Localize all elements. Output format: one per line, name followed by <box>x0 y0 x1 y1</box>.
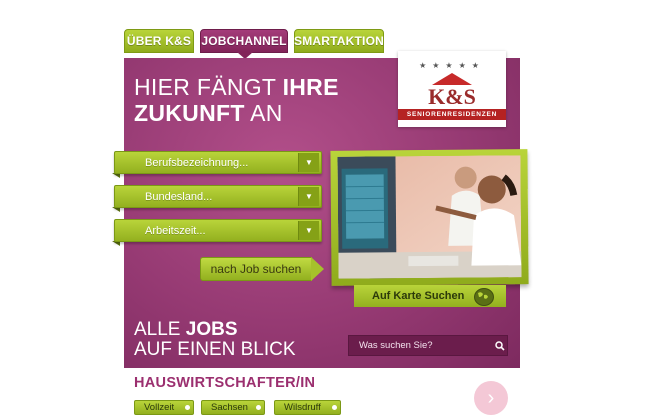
ks-logo: ★★★★★ K&S SENIORENRESIDENZEN <box>398 51 506 127</box>
promo-text: ALLE JOBS AUF EINEN BLICK <box>134 319 296 360</box>
logo-stars: ★★★★★ <box>419 61 485 70</box>
job-search-button[interactable]: nach Job suchen <box>200 257 312 281</box>
tab-ueber-ks[interactable]: ÜBER K&S <box>124 29 194 53</box>
photo-frame <box>330 149 529 286</box>
dropdown-berufsbezeichnung[interactable]: Berufsbezeichnung... ▼ <box>114 151 322 174</box>
tag-label: Vollzeit <box>144 402 175 413</box>
tag-dot-icon <box>185 405 190 410</box>
job-title[interactable]: HAUSWIRTSCHAFTER/IN <box>134 375 315 391</box>
hero-headline: HIER FÄNGT IHRE ZUKUNFT AN <box>134 74 339 126</box>
tag-dot-icon <box>332 405 337 410</box>
dropdown-arbeitszeit[interactable]: Arbeitszeit... ▼ <box>114 219 322 242</box>
search-box <box>348 335 508 356</box>
logo-brand: K&S <box>428 84 476 109</box>
job-search-button-arrow <box>311 257 324 281</box>
chevron-down-icon: ▼ <box>298 153 319 172</box>
chevron-down-icon: ▼ <box>298 221 319 240</box>
dropdown-label: Bundesland... <box>145 190 213 203</box>
job-tag-wilsdruff[interactable]: Wilsdruff <box>274 400 341 415</box>
tag-label: Sachsen <box>211 402 248 413</box>
dropdown-bundesland[interactable]: Bundesland... ▼ <box>114 185 322 208</box>
dropdown-label: Berufsbezeichnung... <box>145 156 249 169</box>
tag-label: Wilsdruff <box>284 402 321 413</box>
tag-dot-icon <box>256 405 261 410</box>
chevron-down-icon: ▼ <box>298 187 319 206</box>
search-input[interactable] <box>357 339 493 352</box>
chevron-right-icon: › <box>487 386 495 409</box>
logo-subtitle: SENIORENRESIDENZEN <box>398 109 506 120</box>
tab-jobchannel[interactable]: JOBCHANNEL <box>200 29 288 53</box>
job-tag-sachsen[interactable]: Sachsen <box>201 400 265 415</box>
search-icon[interactable] <box>493 337 507 355</box>
dropdown-label: Arbeitszeit... <box>145 224 206 237</box>
job-tag-vollzeit[interactable]: Vollzeit <box>134 400 194 415</box>
staff-photo <box>337 155 522 279</box>
globe-icon <box>474 288 494 306</box>
tab-smartaktion[interactable]: SMARTAKTION <box>294 29 384 53</box>
map-search-label: Auf Karte Suchen <box>372 290 465 302</box>
next-job-button[interactable]: › <box>474 381 508 415</box>
